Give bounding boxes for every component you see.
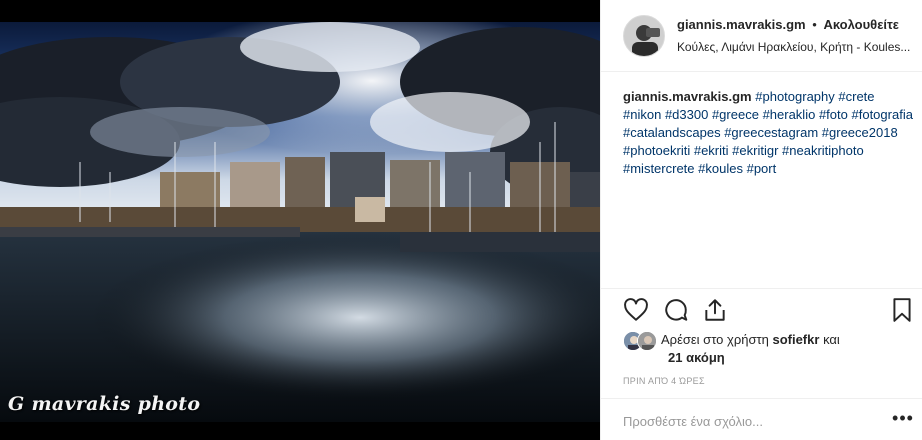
hashtag-link[interactable]: #mistercrete xyxy=(623,161,695,176)
hashtag-link[interactable]: #crete xyxy=(838,89,874,104)
photo-watermark: G mavrakis photo xyxy=(8,393,201,415)
liker-avatar[interactable] xyxy=(637,331,657,351)
post-location[interactable]: Κούλες, Λιμάνι Ηρακλείου, Κρήτη - Koules… xyxy=(677,40,911,54)
save-button[interactable] xyxy=(889,297,915,323)
hashtag-link[interactable]: #greece xyxy=(712,107,759,122)
hashtag-link[interactable]: #catalandscapes xyxy=(623,125,721,140)
action-bar xyxy=(601,288,922,328)
post-timestamp[interactable]: ΠΡΙΝ ΑΠΌ 4 ΏΡΕΣ xyxy=(623,376,705,386)
likes-others[interactable]: 21 ακόμη xyxy=(668,349,725,367)
header-line: giannis.mavrakis.gm • Ακολουθείτε xyxy=(677,17,899,32)
hashtag-link[interactable]: #ekriti xyxy=(694,143,729,158)
hashtag-link[interactable]: #nikon xyxy=(623,107,661,122)
likes-line: Αρέσει στο χρήστη sofiefkr και xyxy=(661,331,840,349)
hashtag-link[interactable]: #neakritiphoto xyxy=(782,143,864,158)
hashtag-link[interactable]: #greece2018 xyxy=(822,125,898,140)
post-caption: giannis.mavrakis.gm #photography #crete … xyxy=(623,88,913,178)
hashtag-link[interactable]: #foto xyxy=(819,107,848,122)
caption-username[interactable]: giannis.mavrakis.gm xyxy=(623,89,752,104)
hashtag-link[interactable]: #photoekriti xyxy=(623,143,690,158)
more-options-button[interactable]: ••• xyxy=(891,409,915,431)
hashtag-link[interactable]: #greecestagram xyxy=(724,125,818,140)
like-button[interactable] xyxy=(623,297,649,323)
hashtag-link[interactable]: #d3300 xyxy=(665,107,708,122)
hashtag-link[interactable]: #port xyxy=(747,161,777,176)
post-photo-panel: G mavrakis photo xyxy=(0,0,600,440)
hashtag-link[interactable]: #photography xyxy=(755,89,835,104)
hashtag-link[interactable]: #ekritigr xyxy=(732,143,778,158)
heart-icon xyxy=(624,298,648,321)
likes-conjunction: και xyxy=(823,332,840,347)
share-icon xyxy=(705,299,725,321)
separator-dot: • xyxy=(812,17,817,32)
liker-username[interactable]: sofiefkr xyxy=(772,332,819,347)
author-username[interactable]: giannis.mavrakis.gm xyxy=(677,17,806,32)
liker-avatars[interactable] xyxy=(623,331,659,351)
bookmark-icon xyxy=(893,298,911,322)
likes-prefix: Αρέσει στο χρήστη xyxy=(661,332,769,347)
author-avatar[interactable] xyxy=(623,15,665,57)
post-side-panel: giannis.mavrakis.gm • Ακολουθείτε Κούλες… xyxy=(600,0,922,440)
post-photo[interactable] xyxy=(0,22,600,422)
following-button[interactable]: Ακολουθείτε xyxy=(823,17,899,32)
share-button[interactable] xyxy=(702,297,728,323)
comment-bar: ••• xyxy=(601,398,922,440)
comment-input[interactable] xyxy=(623,411,873,431)
comment-icon xyxy=(665,299,688,321)
comment-button[interactable] xyxy=(663,297,689,323)
hashtag-link[interactable]: #koules xyxy=(698,161,743,176)
hashtag-link[interactable]: #heraklio xyxy=(763,107,816,122)
post-header: giannis.mavrakis.gm • Ακολουθείτε Κούλες… xyxy=(601,0,922,72)
hashtag-link[interactable]: #fotografia xyxy=(852,107,913,122)
